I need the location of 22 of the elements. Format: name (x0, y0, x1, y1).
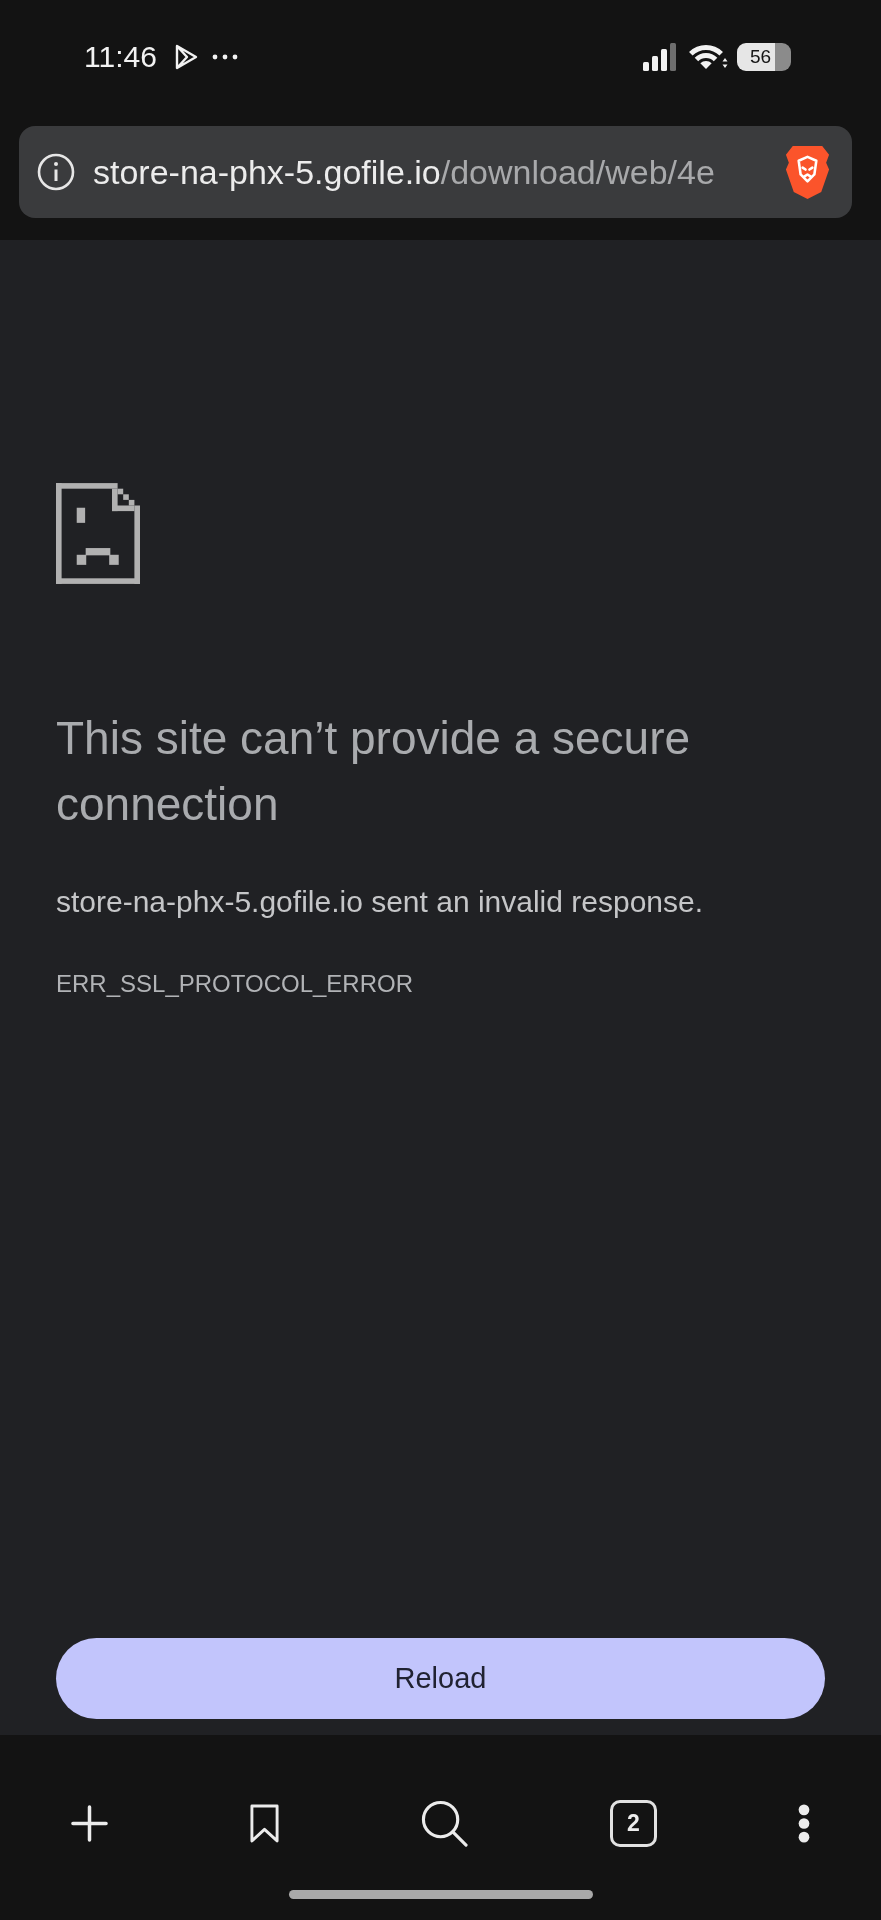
url-text[interactable]: store-na-phx-5.gofile.io/download/web/4e (93, 152, 715, 192)
search-icon (421, 1799, 469, 1847)
new-tab-button[interactable] (70, 1804, 108, 1842)
status-time: 11:46 (84, 40, 157, 74)
error-title: This site can’t provide a secure connection (56, 711, 692, 832)
menu-button[interactable] (798, 1803, 811, 1843)
wifi-icon (688, 45, 728, 69)
sad-document-icon (56, 483, 140, 584)
tab-count-button[interactable]: 2 (609, 1799, 657, 1847)
dots-icon (211, 54, 238, 60)
reload-button[interactable]: Reload (56, 1638, 825, 1719)
info-icon[interactable] (37, 153, 75, 191)
battery-indicator: 56 (737, 43, 791, 71)
bookmark-icon (249, 1802, 281, 1844)
error-message: store-na-phx-5.gofile.io sent an invalid response. (56, 884, 704, 920)
search-button[interactable] (421, 1799, 469, 1847)
signal-icon (643, 43, 677, 71)
menu-icon (798, 1803, 811, 1843)
bookmarks-button[interactable] (249, 1802, 281, 1844)
address-bar[interactable]: store-na-phx-5.gofile.io/download/web/4e (19, 126, 852, 218)
error-code: ERR_SSL_PROTOCOL_ERROR (56, 969, 413, 999)
plus-icon (70, 1804, 108, 1842)
